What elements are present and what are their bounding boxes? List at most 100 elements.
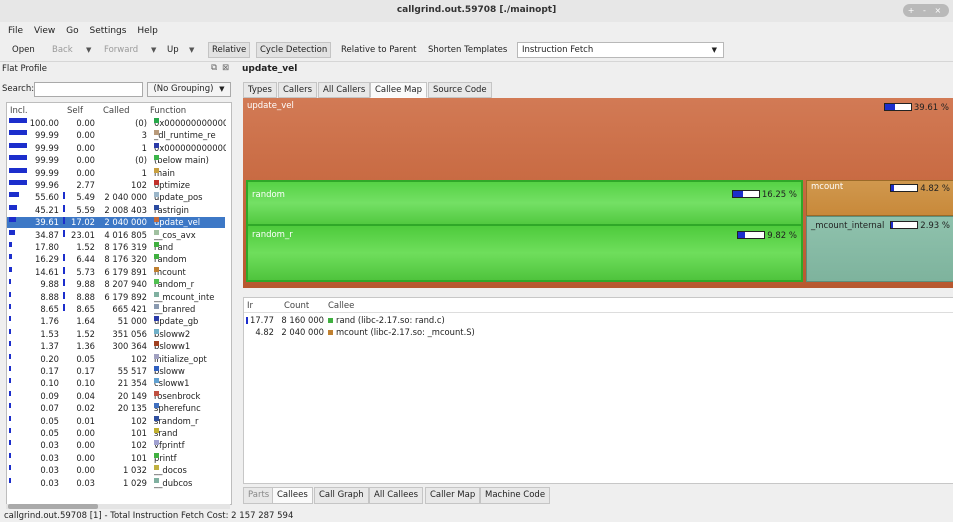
table-row[interactable]: 17.77 8 160 000 rand (libc-2.17.so: rand.c… <box>244 315 953 326</box>
up-button[interactable]: Up <box>167 45 179 55</box>
table-row[interactable]: 0.07 0.02 20 135 spherefunc <box>7 403 225 414</box>
forward-dropdown-icon[interactable]: ▼ <box>151 46 156 54</box>
table-row[interactable]: 9.88 9.88 8 207 940 random_r <box>7 279 225 290</box>
tab-all-callees[interactable]: All Callees <box>369 487 423 504</box>
tab-source-code[interactable]: Source Code <box>428 82 492 98</box>
function-cell: mcount <box>154 266 226 278</box>
treemap-node-mcount-internal[interactable]: _mcount_internal 2.93 % <box>806 216 953 282</box>
menu-file[interactable]: File <box>8 26 23 36</box>
cycle-detection-toggle[interactable]: Cycle Detection <box>256 42 332 58</box>
event-type-select[interactable]: Instruction Fetch ▼ <box>517 42 724 58</box>
treemap-label: _mcount_internal <box>811 221 885 231</box>
table-row[interactable]: 0.03 0.03 1 029 __dubcos <box>7 477 225 489</box>
grouping-select[interactable]: (No Grouping) ▼ <box>147 82 231 97</box>
table-row[interactable]: 100.00 0.00 (0) 0x000000000000 <box>7 118 226 129</box>
called-cell: 1 <box>141 167 147 178</box>
table-row[interactable]: 1.53 1.52 351 056 bsloww2 <box>7 328 225 340</box>
tab-caller-map[interactable]: Caller Map <box>425 487 481 504</box>
function-color-icon <box>154 390 159 396</box>
back-dropdown-icon[interactable]: ▼ <box>86 46 91 54</box>
table-row[interactable]: 8.88 8.88 6 179 892 __mcount_inte <box>7 291 225 303</box>
treemap-cost-indicator: 9.82 % <box>737 231 797 241</box>
open-button[interactable]: Open <box>12 45 35 55</box>
table-row[interactable]: 0.03 0.00 102 vfprintf <box>7 440 225 451</box>
self-cell: 1.36 <box>76 341 95 352</box>
column-header-function[interactable]: Function <box>150 106 186 116</box>
callees-table[interactable]: Ir Count Callee 17.77 8 160 000 rand (libc… <box>243 297 953 484</box>
table-row[interactable]: 17.80 1.52 8 176 319 rand <box>7 242 225 253</box>
menu-help[interactable]: Help <box>137 26 158 36</box>
tab-types[interactable]: Types <box>243 82 277 98</box>
table-row[interactable]: 99.99 0.00 (0) (below main) <box>7 155 225 166</box>
function-color-icon <box>154 130 159 136</box>
table-row[interactable]: 16.29 6.44 8 176 320 random <box>7 254 225 265</box>
shorten-templates-toggle[interactable]: Shorten Templates <box>428 45 507 55</box>
column-header-called[interactable]: Called <box>103 106 130 116</box>
float-panel-icon[interactable]: ⧉ <box>211 63 217 73</box>
table-row[interactable]: 1.37 1.36 300 364 bsloww1 <box>7 341 225 352</box>
cost-bar <box>731 190 760 198</box>
table-row[interactable]: 0.09 0.04 20 149 rosenbrock <box>7 390 225 402</box>
search-input[interactable] <box>34 82 143 97</box>
treemap-node-random-r[interactable]: random_r 9.82 % <box>246 224 803 282</box>
table-row[interactable]: 0.20 0.05 102 initialize_opt <box>7 353 225 365</box>
window-controls[interactable]: + - × <box>903 4 949 17</box>
incl-cell: 34.87 <box>35 229 59 240</box>
function-color-icon <box>154 366 159 371</box>
incl-cell: 100.00 <box>29 118 59 128</box>
tab-parts[interactable]: Parts <box>243 487 275 504</box>
table-row[interactable]: 14.61 5.73 6 179 891 mcount <box>7 266 226 278</box>
up-dropdown-icon[interactable]: ▼ <box>189 46 194 54</box>
table-row[interactable]: 99.99 0.00 1 main <box>7 167 225 179</box>
back-button[interactable]: Back <box>52 45 73 55</box>
column-header-ir[interactable]: Ir <box>247 301 253 311</box>
table-row[interactable]: 1.76 1.64 51 000 update_gb <box>7 316 225 327</box>
status-bar: callgrind.out.59708 [1] - Total Instruct… <box>0 509 953 522</box>
table-row[interactable]: 34.87 23.01 4 016 805 __cos_avx <box>7 229 225 241</box>
relative-toggle[interactable]: Relative <box>208 42 251 58</box>
table-row[interactable]: 8.65 8.65 665 421 __branred <box>7 304 225 315</box>
table-row[interactable]: 0.05 0.00 101 srand <box>7 428 225 439</box>
tab-callers[interactable]: Callers <box>278 82 318 98</box>
column-header-self[interactable]: Self <box>67 106 83 116</box>
tab-all-callers[interactable]: All Callers <box>318 82 371 98</box>
callee-name: rand (libc-2.17.so: rand.c) <box>336 315 445 325</box>
table-row[interactable]: 99.96 2.77 102 optimize <box>7 180 225 191</box>
column-header-callee[interactable]: Callee <box>328 301 354 311</box>
table-row[interactable]: 39.61 17.02 2 040 000 update_vel <box>7 217 225 229</box>
treemap-node-mcount[interactable]: mcount 4.82 % <box>806 180 953 216</box>
called-cell: 1 032 <box>123 465 147 476</box>
treemap-node-random[interactable]: random 16.25 % <box>246 180 803 226</box>
tab-callees[interactable]: Callees <box>272 487 313 504</box>
table-row[interactable]: 99.99 0.00 3 _dl_runtime_re <box>7 130 225 141</box>
incl-cell: 1.53 <box>40 328 59 339</box>
table-row[interactable]: 99.99 0.00 1 0x000000000000 <box>7 142 226 154</box>
table-row[interactable]: 55.60 5.49 2 040 000 update_pos <box>7 192 225 203</box>
flat-profile-table[interactable]: Incl. Self Called Function 100.00 0.00 (0)… <box>6 102 232 505</box>
table-row[interactable]: 0.03 0.00 1 032 __docos <box>7 465 225 476</box>
menu-go[interactable]: Go <box>66 26 78 36</box>
close-panel-icon[interactable]: ⊠ <box>222 63 229 73</box>
function-color-icon <box>154 440 159 446</box>
called-cell: 1 <box>141 142 147 153</box>
called-cell: 6 179 891 <box>104 266 147 277</box>
column-header-incl[interactable]: Incl. <box>10 106 28 116</box>
forward-button[interactable]: Forward <box>104 45 138 55</box>
table-row[interactable]: 0.03 0.00 101 printf <box>7 452 225 464</box>
tab-machine-code[interactable]: Machine Code <box>480 487 551 504</box>
toolbar: Open Back ▼ Forward ▼ Up ▼ Relative Cycl… <box>0 40 953 62</box>
relative-to-parent-toggle[interactable]: Relative to Parent <box>341 45 416 55</box>
tab-call-graph[interactable]: Call Graph <box>314 487 369 504</box>
incl-cell: 0.03 <box>40 440 59 451</box>
table-row[interactable]: 45.21 5.59 2 008 403 rastrigin <box>7 204 225 216</box>
menu-view[interactable]: View <box>34 26 55 36</box>
table-row[interactable]: 4.82 2 040 000 mcount (libc-2.17.so: _mcou… <box>244 327 953 338</box>
treemap-cost-indicator: 16.25 % <box>731 190 797 200</box>
column-header-count[interactable]: Count <box>284 301 309 311</box>
table-row[interactable]: 0.05 0.01 102 srandom_r <box>7 415 225 427</box>
callee-treemap[interactable]: update_vel 39.61 % random 16.25 % random… <box>243 98 953 288</box>
menu-settings[interactable]: Settings <box>90 26 127 36</box>
tab-callee-map[interactable]: Callee Map <box>370 82 427 98</box>
table-row[interactable]: 0.10 0.10 21 354 csloww1 <box>7 378 225 389</box>
table-row[interactable]: 0.17 0.17 55 517 bsloww <box>7 366 225 377</box>
